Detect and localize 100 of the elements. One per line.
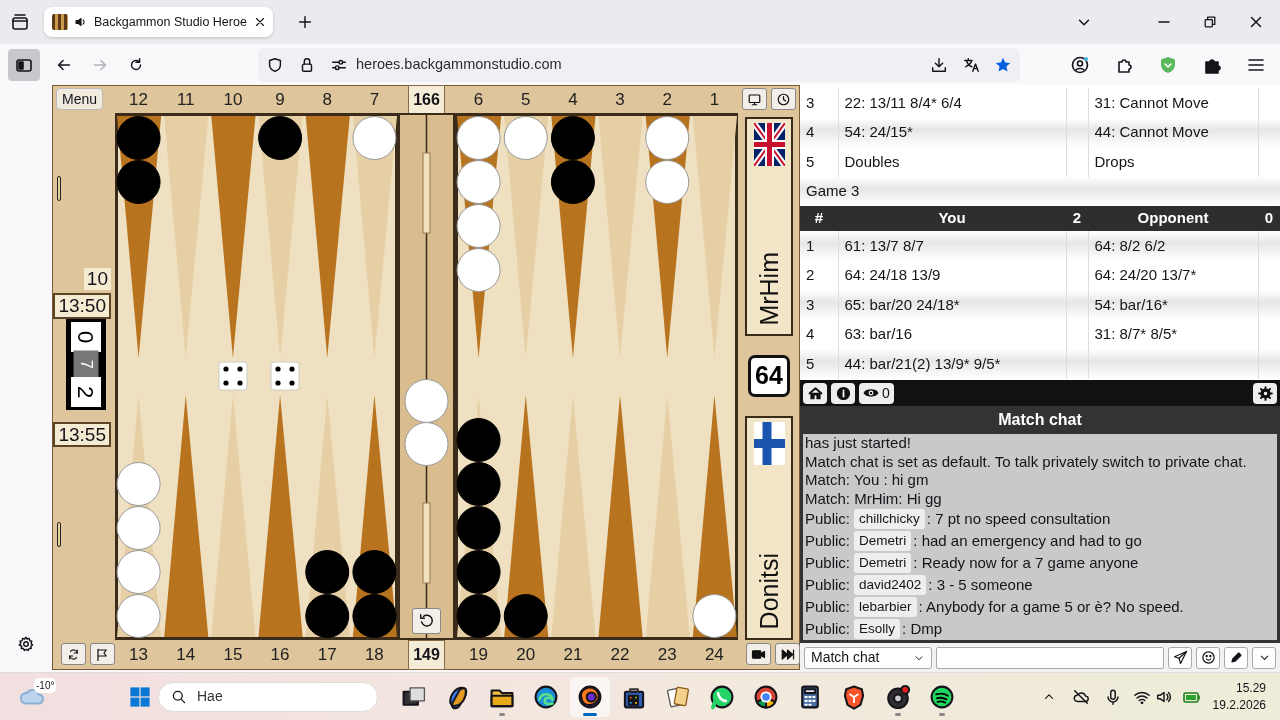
chat-message: : Anybody for a game 5 or è? No speed. <box>918 596 1184 617</box>
point-number: 13 <box>128 643 150 666</box>
checker[interactable] <box>645 115 690 160</box>
translate-icon[interactable] <box>962 55 980 74</box>
browser-tab[interactable]: Backgammon Studio Heroe <box>44 7 273 37</box>
taskbar-app-button[interactable] <box>570 676 610 717</box>
chat-channel-label: Public: <box>805 530 851 551</box>
chat-input[interactable] <box>936 646 1164 669</box>
menu-button[interactable]: Menu <box>56 88 104 111</box>
checker[interactable] <box>645 159 690 204</box>
score-digit: 7 <box>73 350 99 379</box>
home-button[interactable] <box>803 382 827 404</box>
search-field[interactable]: Hae <box>158 681 378 712</box>
flag-button[interactable] <box>90 643 115 665</box>
chat-message: Match: You : hi gm <box>805 470 929 490</box>
spectators-button[interactable]: 0 <box>859 382 894 404</box>
checker[interactable] <box>456 159 501 204</box>
union-jack-flag-icon <box>753 122 785 166</box>
home-icon <box>807 385 823 401</box>
point-number: 3 <box>614 88 626 111</box>
speaker-icon[interactable] <box>74 15 88 29</box>
player-name: Donitsi <box>756 553 782 630</box>
die[interactable] <box>270 361 300 391</box>
checker[interactable] <box>404 379 449 423</box>
sync-button[interactable] <box>61 643 86 665</box>
username-chip[interactable]: lebarbier <box>854 597 917 617</box>
minimize-icon <box>1158 21 1170 23</box>
checker[interactable] <box>116 593 161 638</box>
checker[interactable] <box>456 461 501 506</box>
checker[interactable] <box>116 549 161 594</box>
undo-button[interactable] <box>412 608 441 634</box>
checker[interactable] <box>456 417 501 462</box>
player-name: MrHim <box>756 252 782 327</box>
checker[interactable] <box>305 549 350 594</box>
search-input[interactable]: Hae <box>195 685 345 708</box>
move-text: 54: 24/15* <box>838 117 1066 147</box>
temperature-text: -10° <box>34 677 57 693</box>
checker[interactable] <box>352 115 397 160</box>
checker[interactable] <box>258 115 303 160</box>
checker[interactable] <box>503 115 548 160</box>
skip-forward-button[interactable] <box>775 643 800 666</box>
checker[interactable] <box>116 159 161 204</box>
send-button[interactable] <box>1168 646 1192 669</box>
checker[interactable] <box>456 505 501 550</box>
monitor-button[interactable] <box>742 88 767 111</box>
checker[interactable] <box>116 115 161 160</box>
undo-icon <box>417 612 436 630</box>
die[interactable] <box>218 361 248 391</box>
sound-waves-icon <box>929 683 955 710</box>
pencil-button[interactable] <box>1224 646 1248 669</box>
move-text: 61: 13/7 8/7 <box>838 231 1066 261</box>
smiley-icon <box>1200 650 1216 665</box>
chat-channel-label: Public: <box>805 552 851 573</box>
checker[interactable] <box>550 159 595 204</box>
address-field[interactable]: heroes.backgammonstudio.com <box>258 47 1020 82</box>
checker[interactable] <box>352 549 397 594</box>
checker[interactable] <box>456 549 501 594</box>
point-number: 2 <box>661 88 673 111</box>
checker[interactable] <box>404 422 449 466</box>
checker[interactable] <box>352 593 397 638</box>
settings-icon <box>17 635 35 653</box>
username-chip[interactable]: Demetri <box>854 553 912 573</box>
info-button[interactable] <box>831 382 855 404</box>
score-digit: 2 <box>71 376 101 407</box>
circle-logo-icon <box>753 683 779 710</box>
username-chip[interactable]: Demetri <box>854 531 912 551</box>
username-chip[interactable]: Esolly <box>854 619 901 639</box>
username-chip[interactable]: chillchicky <box>854 509 925 529</box>
move-text: Drops <box>1088 147 1258 177</box>
point-number: 1 <box>708 88 721 111</box>
checker[interactable] <box>116 461 161 506</box>
move-text: 44: Cannot Move <box>1088 117 1258 147</box>
checker[interactable] <box>550 115 595 160</box>
download-icon[interactable] <box>930 55 948 74</box>
checker[interactable] <box>456 115 501 160</box>
shield-icon[interactable] <box>266 55 284 74</box>
checker[interactable] <box>116 505 161 550</box>
point-number: 18 <box>363 643 385 666</box>
point-number: 15 <box>222 643 244 666</box>
chat-message: : Ready now for a 7 game anyone <box>913 552 1139 573</box>
point-number: 11 <box>175 88 196 111</box>
checker[interactable] <box>456 203 501 248</box>
checker[interactable] <box>503 593 548 638</box>
checker[interactable] <box>692 593 737 638</box>
username-chip[interactable]: david2402 <box>854 575 927 595</box>
emoji-button[interactable] <box>1196 646 1220 669</box>
windows-logo-icon[interactable] <box>128 684 152 709</box>
checker[interactable] <box>456 593 501 638</box>
sidebar-button[interactable] <box>8 48 40 81</box>
settings-button[interactable] <box>1253 382 1277 404</box>
shield-check-icon <box>1158 54 1178 75</box>
clock-button[interactable] <box>771 88 796 111</box>
move-number: 5 <box>800 349 838 379</box>
checker[interactable] <box>456 247 501 292</box>
video-button[interactable] <box>746 643 771 666</box>
checker[interactable] <box>305 593 350 638</box>
hinge-mark <box>57 522 61 548</box>
channel-dropdown[interactable]: Match chat <box>804 646 932 669</box>
move-text: 31: Cannot Move <box>1088 88 1258 118</box>
doubling-cube[interactable]: 64 <box>748 355 790 398</box>
